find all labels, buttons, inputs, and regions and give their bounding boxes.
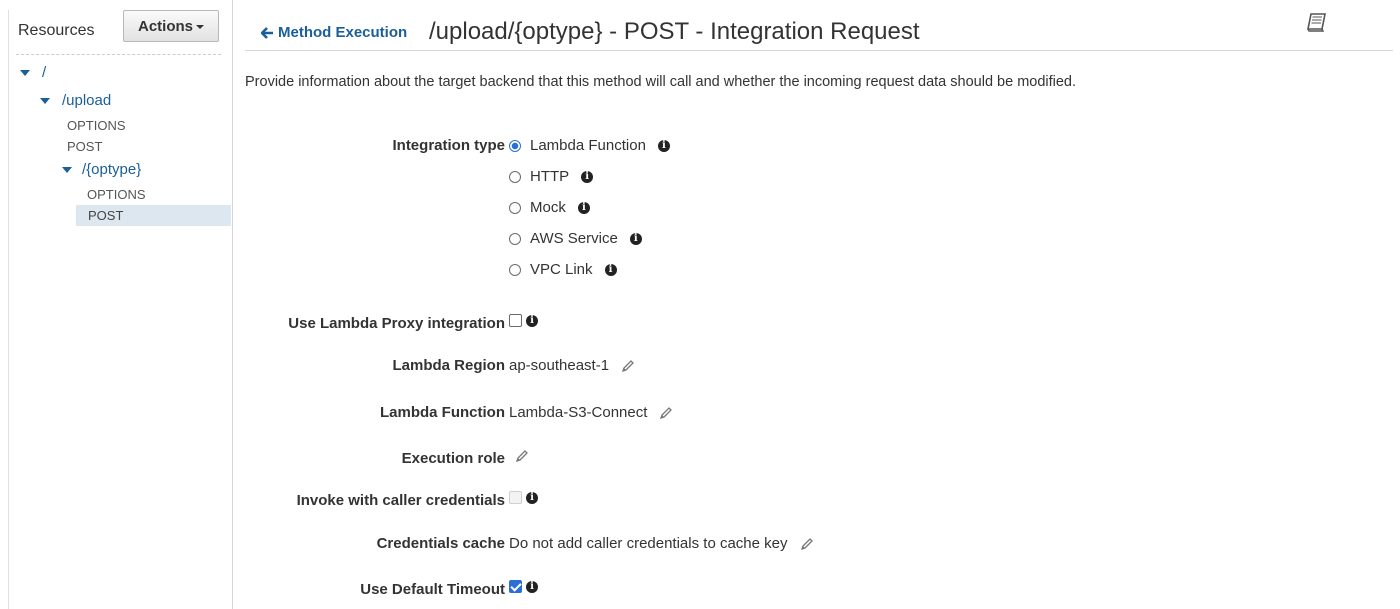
radio-option-mock[interactable]: Mock i [509,199,590,216]
credentials-cache-field: Do not add caller credentials to cache k… [509,535,814,552]
arrow-left-icon [261,26,273,39]
sidebar-divider [16,54,221,55]
page-header: Method Execution /upload/{optype} - POST… [245,0,1393,51]
radio-button[interactable] [509,201,521,214]
lambda-function-field: Lambda-S3-Connect [509,404,673,421]
lambda-function-label: Lambda Function [380,404,505,421]
lambda-proxy-checkbox[interactable] [509,314,522,327]
radio-option-aws-service[interactable]: AWS Service i [509,230,642,247]
edit-pencil-icon[interactable] [515,449,529,463]
tree-method-optype-options[interactable]: OPTIONS [87,187,146,202]
edit-pencil-icon[interactable] [621,359,635,373]
radio-button[interactable] [509,263,521,276]
invoke-caller-credentials-field: i [509,491,538,504]
radio-button[interactable] [509,170,521,183]
info-icon[interactable]: i [657,139,670,152]
radio-option-lambda-function[interactable]: Lambda Function i [509,137,670,154]
tree-item-upload[interactable]: /upload [40,92,111,109]
default-timeout-label: Use Default Timeout [360,581,505,598]
lambda-region-value: ap-southeast-1 [509,357,610,374]
info-icon[interactable]: i [526,491,538,504]
invoke-caller-credentials-checkbox[interactable] [509,491,522,504]
info-icon[interactable]: i [526,580,538,593]
lambda-region-label: Lambda Region [392,357,505,374]
radio-option-vpc-link[interactable]: VPC Link i [509,261,617,278]
radio-button[interactable] [509,139,521,152]
credentials-cache-value: Do not add caller credentials to cache k… [509,535,788,552]
edit-pencil-icon[interactable] [659,406,673,420]
caret-down-icon [196,25,204,29]
radio-label: Lambda Function [530,137,646,154]
back-link-label: Method Execution [278,24,408,41]
page-description: Provide information about the target bac… [245,74,1077,90]
execution-role-field [509,449,529,463]
radio-label: HTTP [530,168,570,185]
tree-item-optype[interactable]: /{optype} [62,161,141,178]
credentials-cache-label: Credentials cache [376,535,505,552]
lambda-proxy-field: i [509,314,538,327]
lambda-region-field: ap-southeast-1 [509,357,635,374]
tree-item-label: /{optype} [82,161,142,178]
tree-item-label: / [42,64,47,81]
resources-sidebar: Resources Actions / /upload OPTIONS POST… [0,0,233,609]
page-title: /upload/{optype} - POST - Integration Re… [429,18,920,45]
tree-item-label: /upload [62,92,112,109]
main-panel: Method Execution /upload/{optype} - POST… [233,0,1400,609]
info-icon[interactable]: i [604,263,617,276]
radio-label: AWS Service [530,230,618,247]
info-icon[interactable]: i [581,170,594,183]
edit-pencil-icon[interactable] [800,537,814,551]
execution-role-label: Execution role [401,450,505,467]
resources-title: Resources [18,22,95,39]
documentation-book-icon[interactable] [1306,12,1328,32]
default-timeout-field: i [509,580,538,593]
info-icon[interactable]: i [629,232,642,245]
expand-triangle-icon[interactable] [20,69,30,76]
default-timeout-checkbox[interactable] [509,580,522,593]
actions-label: Actions [137,17,193,35]
actions-button[interactable]: Actions [123,10,219,42]
lambda-proxy-label: Use Lambda Proxy integration [288,315,505,332]
radio-label: VPC Link [530,261,593,278]
expand-triangle-icon[interactable] [62,166,72,173]
integration-type-label: Integration type [392,137,505,154]
method-execution-link[interactable]: Method Execution [261,24,407,41]
sidebar-edge [8,10,9,609]
tree-method-optype-post-selected[interactable]: POST [76,205,231,226]
radio-label: Mock [530,199,566,216]
invoke-caller-credentials-label: Invoke with caller credentials [296,492,505,509]
info-icon[interactable]: i [526,314,538,327]
radio-option-http[interactable]: HTTP i [509,168,594,185]
tree-method-upload-post[interactable]: POST [67,139,102,154]
lambda-function-value: Lambda-S3-Connect [509,404,648,421]
info-icon[interactable]: i [577,201,590,214]
radio-button[interactable] [509,232,521,245]
tree-method-upload-options[interactable]: OPTIONS [67,118,126,133]
expand-triangle-icon[interactable] [40,97,50,104]
tree-item-root[interactable]: / [20,64,46,81]
